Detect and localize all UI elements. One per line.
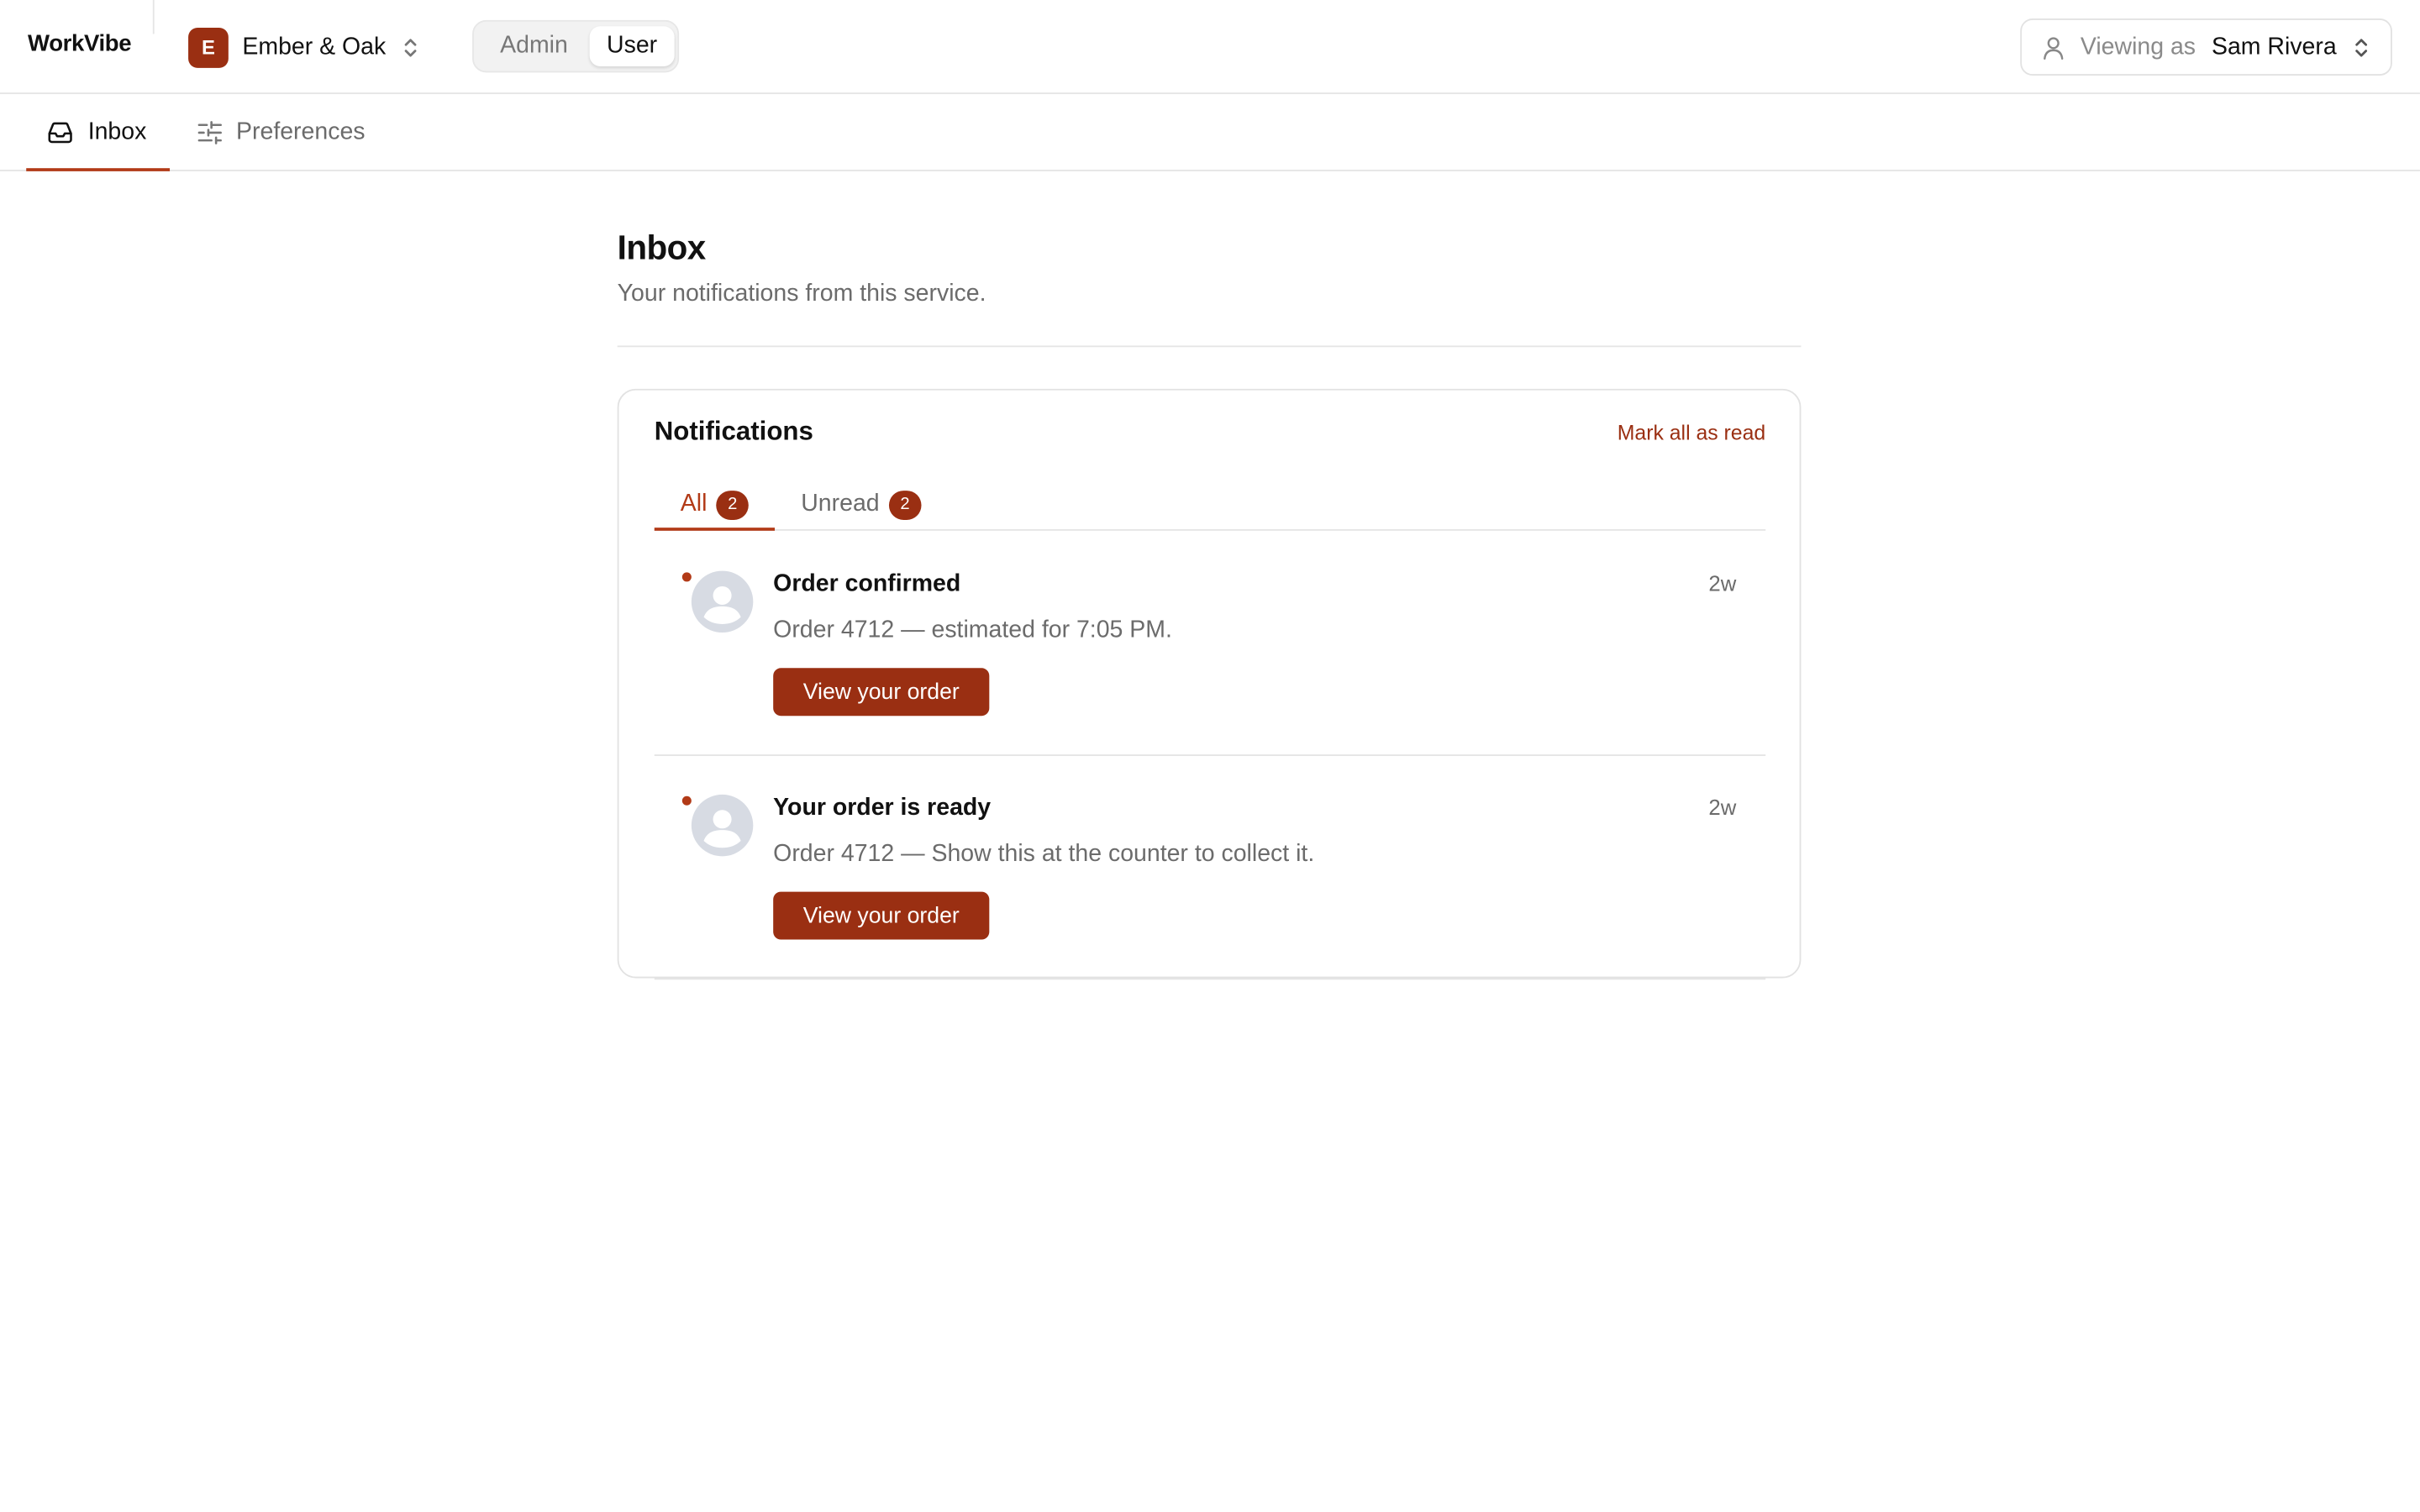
inbox-icon bbox=[48, 121, 72, 143]
page-title: Inbox bbox=[617, 228, 707, 267]
avatar-placeholder-icon bbox=[691, 570, 754, 633]
notification-filter-tabs: All 2 Unread 2 bbox=[654, 480, 1766, 531]
unread-dot bbox=[681, 795, 692, 806]
notifications-title: Notifications bbox=[654, 416, 813, 446]
notification-body: Order 4712 — Show this at the counter to… bbox=[773, 841, 1315, 868]
notifications-card: Notifications Mark all as read All 2 Unr… bbox=[617, 388, 1802, 980]
avatar-placeholder-icon bbox=[691, 794, 754, 857]
mode-user-option[interactable]: User bbox=[589, 26, 675, 66]
workspace-switcher[interactable]: E Ember & Oak bbox=[188, 26, 420, 68]
tab-inbox-label: Inbox bbox=[87, 118, 147, 144]
notification-item[interactable]: Your order is ready 2w Order 4712 — Show… bbox=[654, 754, 1766, 980]
filter-tab-all-label: All bbox=[680, 491, 708, 517]
notification-item[interactable]: Order confirmed 2w Order 4712 — estimate… bbox=[654, 531, 1766, 756]
app-root: WorkVibe E Ember & Oak Admin User Viewin… bbox=[0, 0, 2420, 1512]
view-order-button[interactable]: View your order bbox=[773, 891, 990, 940]
tab-preferences[interactable]: Preferences bbox=[196, 94, 397, 170]
header-divider bbox=[617, 345, 1802, 348]
viewing-as-user: Sam Rivera bbox=[2211, 34, 2337, 60]
brand-logo[interactable]: WorkVibe bbox=[28, 31, 132, 57]
count-badge: 2 bbox=[888, 490, 922, 520]
viewing-as-label: Viewing as bbox=[2080, 34, 2196, 60]
filter-tab-all[interactable]: All 2 bbox=[654, 480, 776, 531]
mode-admin-option[interactable]: Admin bbox=[480, 26, 588, 66]
view-order-button[interactable]: View your order bbox=[773, 668, 990, 717]
notification-title: Order confirmed bbox=[773, 570, 961, 597]
brand-divider bbox=[152, 0, 155, 34]
mode-toggle: Admin User bbox=[472, 19, 680, 73]
main-tabs: Inbox Preferences bbox=[0, 94, 2420, 171]
notification-title: Your order is ready bbox=[773, 794, 992, 822]
unread-dot bbox=[681, 572, 692, 582]
tab-inbox[interactable]: Inbox bbox=[26, 94, 171, 171]
workspace-name: Ember & Oak bbox=[242, 33, 387, 60]
chevron-up-down-icon bbox=[404, 38, 417, 56]
workspace-avatar: E bbox=[188, 27, 229, 67]
filter-tab-unread[interactable]: Unread 2 bbox=[801, 480, 932, 529]
filter-tab-unread-label: Unread bbox=[801, 491, 880, 517]
notification-body: Order 4712 — estimated for 7:05 PM. bbox=[773, 617, 1172, 643]
tab-preferences-label: Preferences bbox=[236, 118, 366, 144]
chevron-up-down-icon bbox=[2355, 39, 2368, 57]
top-bar: WorkVibe E Ember & Oak Admin User Viewin… bbox=[0, 0, 2420, 95]
notification-time: 2w bbox=[1708, 570, 1737, 596]
viewing-as-selector[interactable]: Viewing as Sam Rivera bbox=[2020, 18, 2392, 76]
notification-time: 2w bbox=[1708, 794, 1737, 820]
page-subtitle: Your notifications from this service. bbox=[617, 281, 986, 307]
user-icon bbox=[2044, 37, 2064, 60]
count-badge: 2 bbox=[716, 490, 750, 520]
mark-all-read-button[interactable]: Mark all as read bbox=[1618, 421, 1765, 444]
sliders-icon bbox=[197, 120, 222, 144]
